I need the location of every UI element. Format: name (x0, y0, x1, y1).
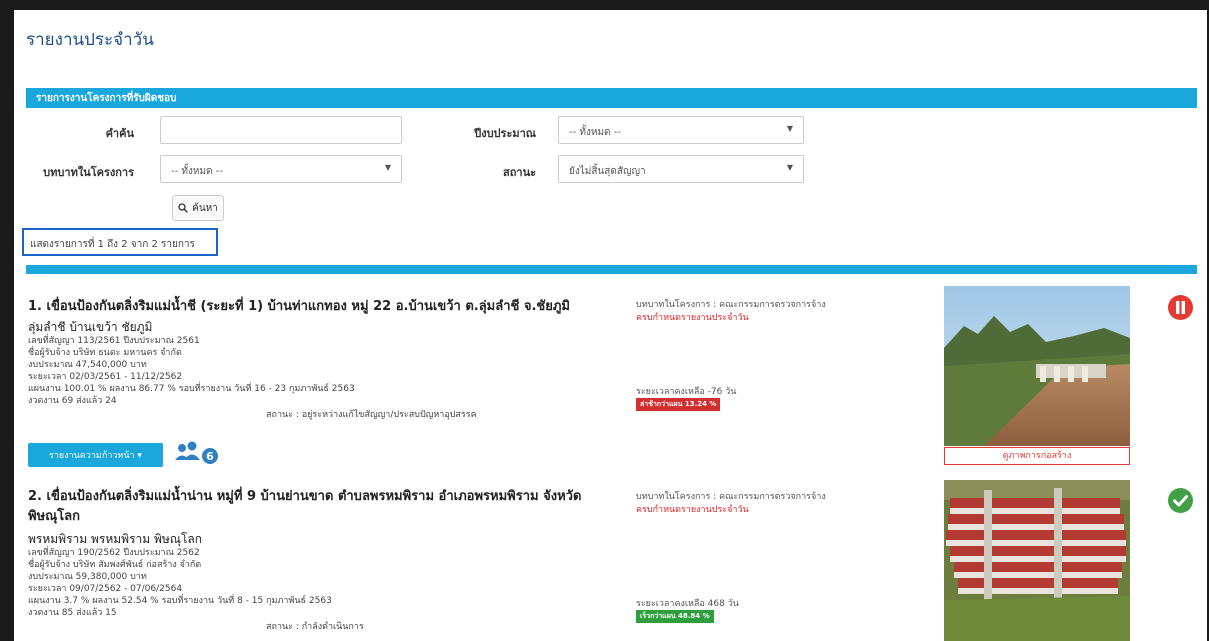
contract-number: เลขที่สัญญา 113/2561 ปีงบประมาณ 2561 (28, 336, 200, 346)
check-icon (1168, 488, 1193, 513)
keyword-label: คำค้น (105, 127, 134, 140)
remaining-time: ระยะเวลาคงเหลือ 468 วัน (636, 599, 739, 609)
project-title[interactable]: 2. เขื่อนป้องกันตลิ่งริมแม่น้ำน่าน หมู่ท… (28, 487, 608, 527)
schedule-badge: เร็วกว่าแผน 48.84 % (636, 610, 714, 623)
construction-photo-image (944, 480, 1130, 641)
remaining-time: ระยะเวลาคงเหลือ -76 วัน (636, 387, 737, 397)
project-role: บทบาทในโครงการ : คณะกรรมการตรวจการจ้าง (636, 492, 826, 502)
results-divider (26, 265, 1197, 274)
page-title: รายงานประจำวัน (26, 30, 154, 50)
daily-report-alert: ครบกำหนดรายงานประจำวัน (636, 505, 749, 515)
installments: งวดงาน 85 ส่งแล้ว 15 (28, 608, 117, 618)
budget-amount: งบประมาณ 59,380,000 บาท (28, 572, 147, 582)
project-status: สถานะ : กำลังดำเนินการ (266, 622, 364, 632)
chevron-down-icon: ▼ (384, 163, 391, 172)
progress-summary: แผนงาน 3.7 % ผลงาน 52.54 % รอบที่รายงาน … (28, 596, 332, 606)
role-value: -- ทั้งหมด -- (171, 166, 223, 177)
budget-amount: งบประมาณ 47,540,000 บาท (28, 360, 147, 370)
view-construction-photos-link[interactable]: ดูภาพการก่อสร้าง (944, 447, 1130, 465)
budget-year-value: -- ทั้งหมด -- (569, 127, 621, 138)
construction-photo-image (944, 286, 1130, 446)
status-value: ยังไม่สิ้นสุดสัญญา (569, 166, 646, 177)
status-select[interactable]: ยังไม่สิ้นสุดสัญญา ▼ (558, 155, 804, 183)
construction-photo[interactable] (944, 480, 1130, 641)
status-label: สถานะ (503, 166, 536, 179)
app-window: รายงานประจำวัน รายการงานโครงการที่รับผิด… (14, 10, 1207, 641)
project-title[interactable]: 1. เขื่อนป้องกันตลิ่งริมแม่น้ำชี (ระยะที… (28, 297, 608, 317)
project-status: สถานะ : อยู่ระหว่างแก้ไขสัญญา/ประสบปัญหา… (266, 410, 477, 420)
budget-year-select[interactable]: -- ทั้งหมด -- ▼ (558, 116, 804, 144)
daily-report-alert: ครบกำหนดรายงานประจำวัน (636, 313, 749, 323)
chevron-down-icon: ▼ (786, 163, 793, 172)
keyword-input[interactable] (171, 125, 391, 137)
role-label: บทบาทในโครงการ (43, 166, 134, 179)
filter-section-header: รายการงานโครงการที่รับผิดชอบ (26, 88, 1197, 108)
keyword-field[interactable] (160, 116, 402, 144)
result-count: แสดงรายการที่ 1 ถึง 2 จาก 2 รายการ (22, 228, 218, 256)
filter-section-title: รายการงานโครงการที่รับผิดชอบ (36, 93, 177, 104)
project-role: บทบาทในโครงการ : คณะกรรมการตรวจการจ้าง (636, 300, 826, 310)
progress-summary: แผนงาน 100.01 % ผลงาน 86.77 % รอบที่รายง… (28, 384, 355, 394)
contract-period: ระยะเวลา 02/03/2561 - 11/12/2562 (28, 372, 183, 382)
budget-year-label: ปีงบประมาณ (474, 127, 536, 140)
contractor-name: ชื่อผู้รับจ้าง บริษัท ธนดะ มหานคร จำกัด (28, 348, 182, 358)
installments: งวดงาน 69 ส่งแล้ว 24 (28, 396, 117, 406)
role-select[interactable]: -- ทั้งหมด -- ▼ (160, 155, 402, 183)
chevron-down-icon: ▼ (786, 124, 793, 133)
progress-report-button[interactable]: รายงานความก้าวหน้า ▾ (28, 443, 163, 467)
search-button[interactable]: ค้นหา (172, 195, 224, 221)
contract-period: ระยะเวลา 09/07/2562 - 07/06/2564 (28, 584, 183, 594)
search-icon (178, 203, 188, 213)
people-icon: 6 (175, 441, 218, 464)
contractor-name: ชื่อผู้รับจ้าง บริษัท สัมพงศ์พันธ์ ก่อสร… (28, 560, 202, 570)
project-details: เลขที่สัญญา 190/2562 ปีงบประมาณ 2562 ชื่… (28, 547, 332, 619)
people-count: 6 (206, 450, 214, 463)
search-button-label: ค้นหา (192, 202, 218, 214)
construction-photo[interactable] (944, 286, 1130, 446)
pause-icon (1168, 295, 1193, 320)
schedule-badge: ล่าช้ากว่าแผน 13.24 % (636, 398, 721, 411)
contract-number: เลขที่สัญญา 190/2562 ปีงบประมาณ 2562 (28, 548, 200, 558)
committee-people-button[interactable]: 6 (172, 440, 222, 472)
project-details: เลขที่สัญญา 113/2561 ปีงบประมาณ 2561 ชื่… (28, 335, 355, 407)
